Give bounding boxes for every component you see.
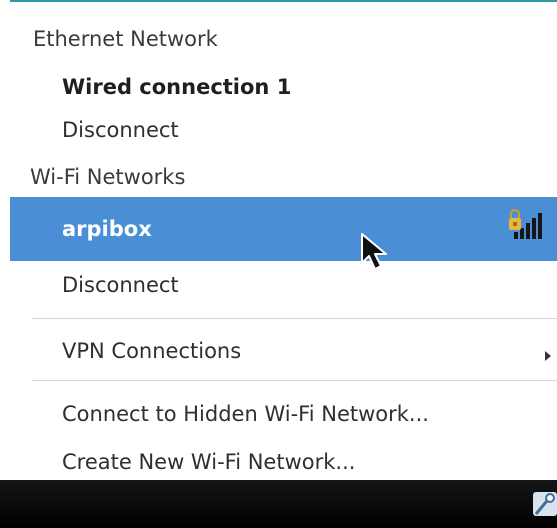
- wifi-networks-header: Wi-Fi Networks: [30, 165, 186, 189]
- ethernet-network-header: Ethernet Network: [33, 27, 218, 51]
- create-wifi-network-item[interactable]: Create New Wi-Fi Network...: [10, 452, 557, 473]
- menu-separator-vpn: [32, 318, 557, 319]
- taskbar: [0, 480, 557, 528]
- connect-hidden-wifi-item[interactable]: Connect to Hidden Wi-Fi Network...: [10, 404, 557, 425]
- vpn-connections-item[interactable]: VPN Connections: [10, 341, 557, 362]
- locked-wifi-signal-icon: [509, 209, 542, 239]
- wired-connection-item[interactable]: Wired connection 1: [10, 77, 557, 98]
- wifi-network-item-arpibox[interactable]: arpibox: [10, 197, 557, 261]
- wifi-disconnect-item[interactable]: Disconnect: [10, 275, 557, 296]
- network-menu: Ethernet Network Wired connection 1 Disc…: [10, 2, 557, 480]
- chevron-right-icon: [545, 351, 551, 361]
- vpn-connections-label: VPN Connections: [62, 339, 242, 363]
- network-tray-icon[interactable]: [532, 490, 557, 518]
- wifi-network-name: arpibox: [62, 217, 152, 241]
- menu-separator-actions: [32, 380, 557, 381]
- ethernet-disconnect-item[interactable]: Disconnect: [10, 120, 557, 141]
- mouse-cursor-icon: [361, 233, 387, 270]
